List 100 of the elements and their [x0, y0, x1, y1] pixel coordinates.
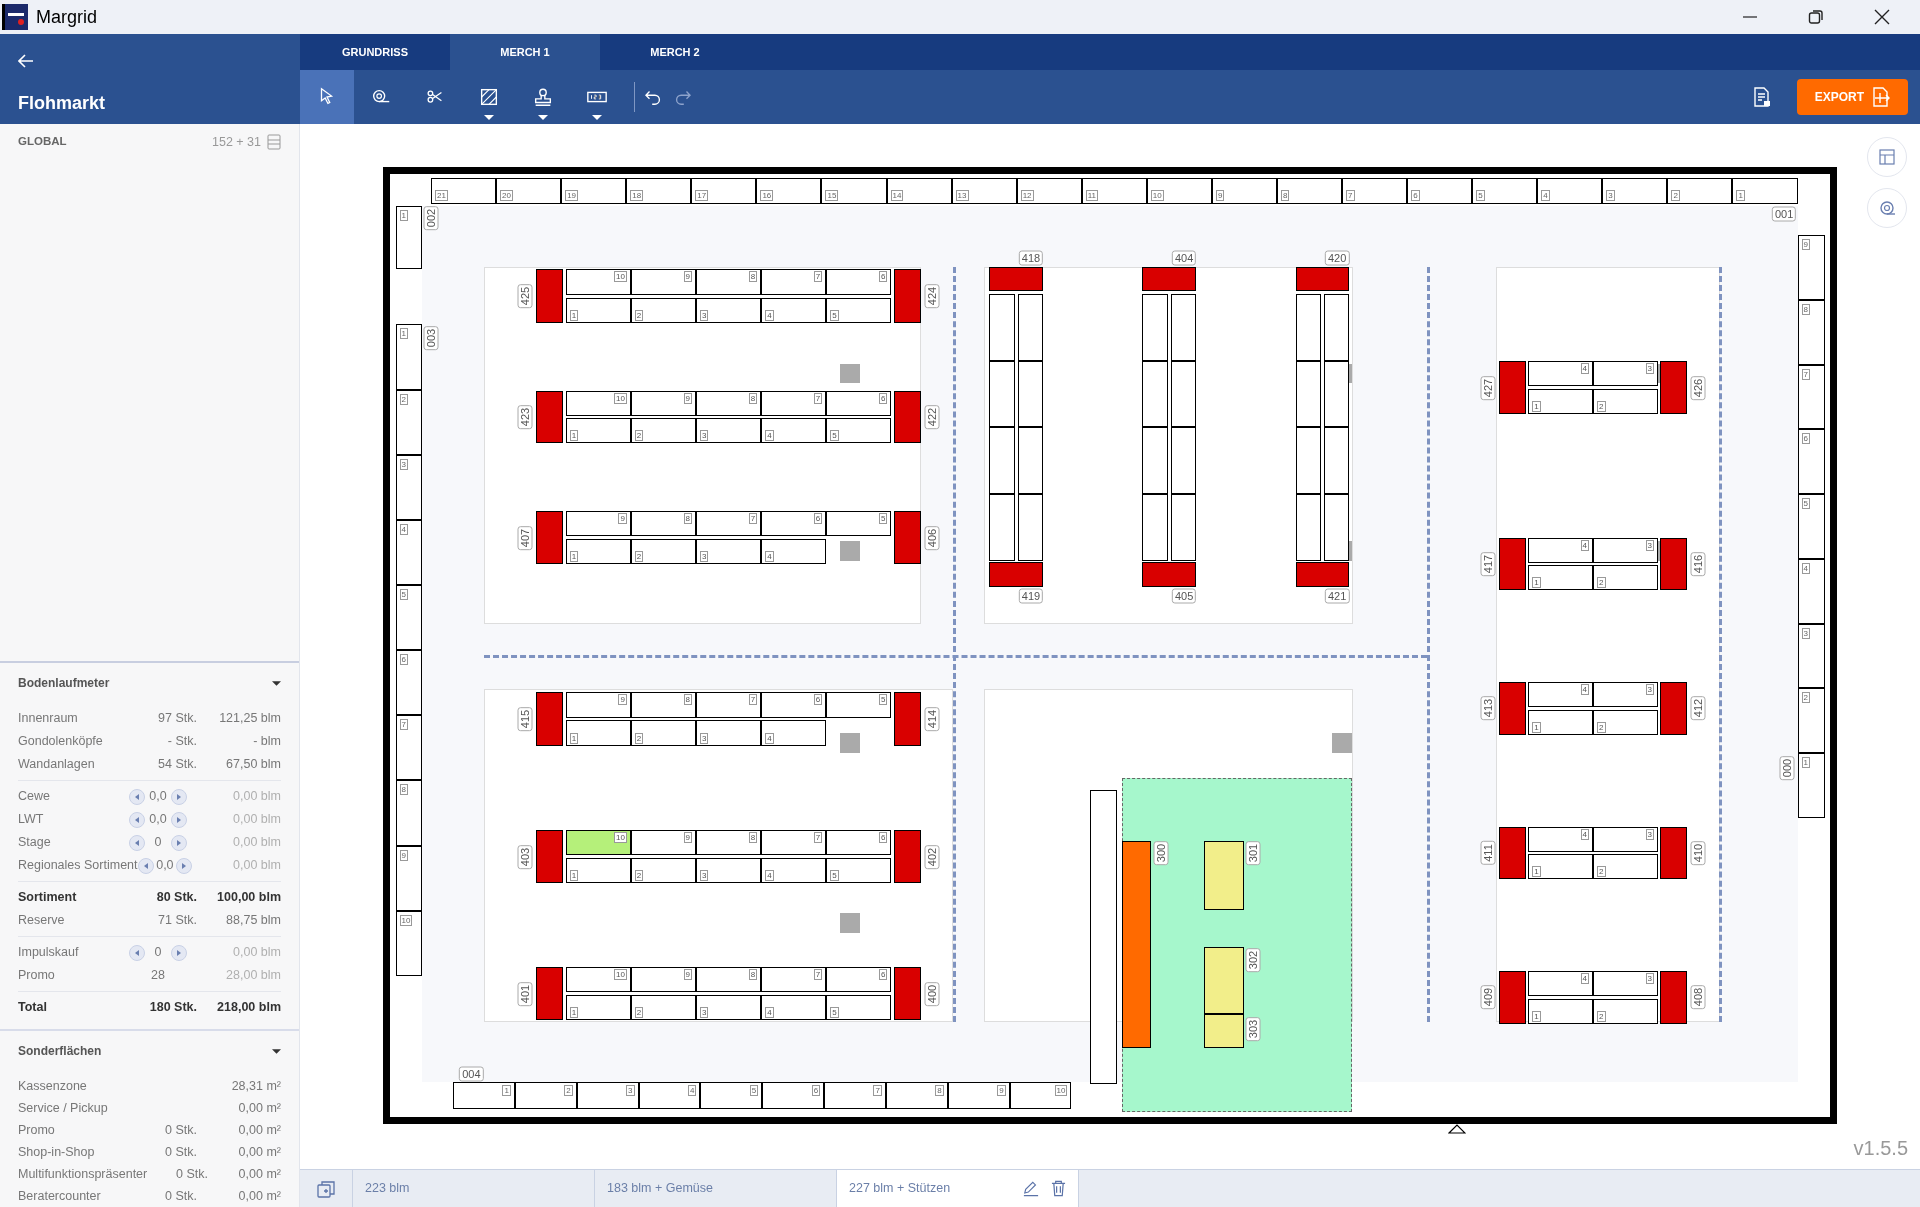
decrement-button[interactable]: [129, 811, 145, 828]
zone-number: 411: [1480, 841, 1496, 865]
row-value: 28,31 m²: [230, 1077, 281, 1095]
shelf-segment: [1142, 427, 1169, 495]
caret-icon[interactable]: [272, 680, 281, 686]
segment-number: 13: [955, 190, 969, 202]
section-label: GLOBAL: [18, 134, 67, 150]
left-triangle-icon: [135, 793, 139, 800]
row-count: 28: [151, 967, 165, 985]
segment-number: 1: [569, 551, 579, 563]
stepper-value: 0,0: [149, 811, 167, 829]
copy-icon[interactable]: [317, 1179, 335, 1198]
row-value: 0,00 blm: [232, 857, 281, 875]
row-label: Wandanlagen: [18, 756, 96, 774]
increment-button[interactable]: [171, 834, 187, 851]
segment-number: 2: [634, 551, 644, 563]
segment-number: 2: [1597, 866, 1606, 878]
segment-number: 3: [1645, 684, 1654, 696]
export-button[interactable]: EXPORT: [1796, 79, 1908, 115]
segment-number: 8: [748, 969, 758, 981]
segment-number: 4: [399, 523, 408, 535]
segment-number: 3: [700, 310, 709, 322]
pencil-icon[interactable]: [1023, 1180, 1039, 1197]
segment-number: 1: [569, 732, 579, 744]
row-value: 28,00 blm: [225, 967, 281, 985]
segment-number: 9: [683, 271, 692, 283]
increment-button[interactable]: [171, 788, 187, 805]
decrement-button[interactable]: [129, 788, 145, 805]
zone-number: 427: [1480, 375, 1496, 400]
segment-number: 3: [700, 551, 709, 563]
segment-number: 5: [830, 1007, 839, 1018]
row-value: 0,00 blm: [232, 944, 281, 962]
right-triangle-icon: [182, 862, 187, 869]
gondola-end-cap: [536, 269, 564, 324]
document-icon[interactable]: [1752, 87, 1771, 107]
gondola-end-cap: [536, 510, 564, 565]
segment-number: 5: [830, 430, 839, 442]
status-tab[interactable]: 227 blm + Stützen: [837, 1170, 1079, 1207]
segment-number: 9: [1801, 239, 1810, 251]
segment-number: 4: [765, 310, 774, 322]
zone-number: 421: [1324, 588, 1350, 604]
restore-icon[interactable]: [1808, 9, 1824, 25]
close-icon[interactable]: [1874, 9, 1890, 25]
segment-number: 3: [700, 430, 709, 442]
segment-number: 14: [890, 190, 904, 202]
gondola-end-cap: [536, 830, 564, 883]
segment-number: 7: [748, 693, 758, 705]
zone-number: 405: [1171, 588, 1197, 604]
zone-number: 400: [924, 981, 940, 1006]
row-value: 67,50 blm: [225, 756, 281, 774]
segment-number: 4: [1580, 363, 1590, 375]
export-file-icon: [1872, 87, 1890, 107]
gondola-end-cap: [893, 269, 921, 324]
increment-button[interactable]: [171, 811, 187, 828]
shelf-segment: [1323, 427, 1350, 495]
stepper-value: 0: [154, 834, 162, 852]
row-label: Impulskauf: [18, 944, 80, 962]
segment-number: 1: [1532, 577, 1541, 589]
status-tab[interactable]: 223 blm: [353, 1170, 595, 1207]
row-count: 0 Stk.: [164, 1187, 197, 1205]
zone-number: 418: [1018, 250, 1044, 266]
segment-number: 7: [399, 719, 408, 731]
decrement-button[interactable]: [129, 944, 145, 961]
caret-icon[interactable]: [272, 1048, 281, 1054]
segment-number: 10: [613, 271, 627, 283]
gondola-end-cap: [536, 390, 564, 444]
back-arrow-icon[interactable]: [18, 54, 34, 68]
zone-number: 409: [1480, 985, 1496, 1010]
increment-button[interactable]: [176, 857, 193, 874]
gondola-end-cap: [1660, 826, 1688, 880]
decrement-button[interactable]: [137, 857, 154, 874]
segment-number: 6: [399, 654, 408, 666]
decrement-button[interactable]: [129, 834, 145, 851]
shelf-segment: [989, 293, 1016, 361]
version-label: v1.5.5: [1853, 1136, 1908, 1161]
segment-number: 2: [634, 869, 644, 881]
list-icon[interactable]: [267, 134, 281, 150]
shelf-segment: [1323, 494, 1350, 561]
row-label: Multifunktionspräsenter: [18, 1165, 148, 1183]
segment-number: 3: [399, 458, 408, 470]
stamp-icon: [532, 86, 554, 108]
segment-number: 6: [813, 512, 823, 524]
segment-number: 12: [1020, 190, 1034, 202]
row-label: Innenraum: [18, 710, 79, 728]
segment-number: 4: [687, 1085, 697, 1097]
segment-number: 1: [1736, 190, 1745, 202]
layout-icon: [1878, 148, 1895, 165]
row-label: Promo: [18, 1121, 56, 1139]
segment-number: 8: [683, 693, 692, 705]
zone-number: 402: [924, 844, 940, 869]
trash-icon[interactable]: [1051, 1180, 1066, 1197]
tab[interactable]: MERCH 1: [450, 34, 600, 70]
segment-number: 10: [613, 969, 627, 981]
segment-number: 8: [399, 784, 408, 796]
gondola-end-cap: [536, 691, 564, 746]
segment-number: 10: [1150, 190, 1164, 202]
increment-button[interactable]: [171, 944, 187, 961]
shelf-segment: [1017, 427, 1044, 495]
segment-number: 3: [1606, 190, 1615, 202]
row-label: Reserve: [18, 912, 66, 930]
